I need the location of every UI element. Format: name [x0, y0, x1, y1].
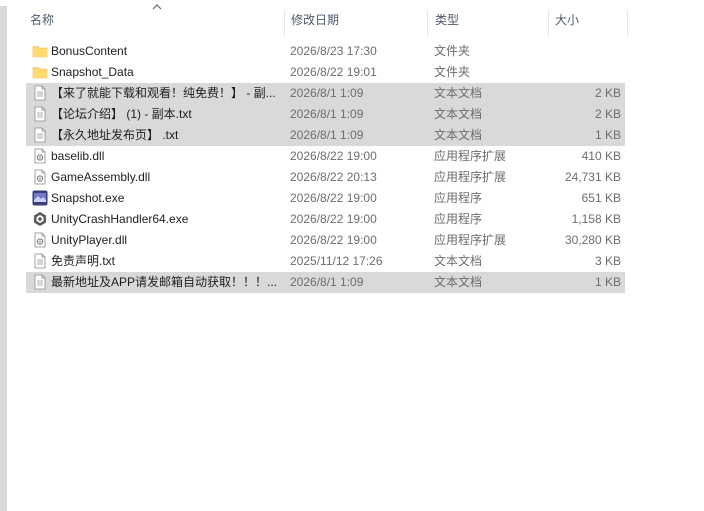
file-size: 651 KB	[581, 191, 621, 205]
column-header: 名称 修改日期 类型 大小	[8, 0, 704, 40]
dll-file-icon	[32, 148, 48, 164]
text-file-icon	[32, 274, 48, 290]
file-row[interactable]: UnityPlayer.dll 2026/8/22 19:00 应用程序扩展 30,2…	[26, 230, 625, 251]
file-type: 应用程序扩展	[434, 149, 507, 163]
file-type: 文件夹	[434, 65, 471, 79]
file-date: 2026/8/22 19:00	[290, 233, 377, 247]
text-file-icon	[32, 85, 48, 101]
file-row[interactable]: 免责声明.txt 2025/11/12 17:26 文本文档 3 KB	[26, 251, 625, 272]
file-type: 应用程序扩展	[434, 233, 507, 247]
file-name: 【永久地址发布页】 .txt	[51, 128, 179, 142]
file-type: 文本文档	[434, 254, 483, 268]
file-row[interactable]: 【永久地址发布页】 .txt 2026/8/1 1:09 文本文档 1 KB	[26, 125, 625, 146]
file-type: 文本文档	[434, 128, 483, 142]
text-file-icon	[32, 106, 48, 122]
file-name: 【来了就能下载和观看！纯免费！】 - 副...	[51, 86, 276, 100]
file-date: 2026/8/22 19:01	[290, 65, 377, 79]
file-row[interactable]: Snapshot.exe 2026/8/22 19:00 应用程序 651 KB	[26, 188, 625, 209]
file-size: 30,280 KB	[564, 233, 621, 247]
file-size: 410 KB	[581, 149, 621, 163]
file-date: 2026/8/1 1:09	[290, 86, 364, 100]
unity-app-icon	[32, 211, 48, 227]
file-date: 2026/8/22 20:13	[290, 170, 377, 184]
column-divider[interactable]	[427, 10, 428, 36]
file-size: 2 KB	[594, 86, 621, 100]
folder-icon	[32, 43, 48, 59]
file-date: 2026/8/1 1:09	[290, 107, 364, 121]
header-type[interactable]: 类型	[435, 0, 547, 40]
file-type: 文本文档	[434, 86, 483, 100]
file-type: 文件夹	[434, 44, 471, 58]
scrollbar-track[interactable]	[0, 6, 7, 511]
file-size: 1 KB	[594, 128, 621, 142]
folder-icon	[32, 64, 48, 80]
file-row[interactable]: 【来了就能下载和观看！纯免费！】 - 副... 2026/8/1 1:09 文本文档…	[26, 83, 625, 104]
header-size[interactable]: 大小	[555, 0, 627, 40]
file-row[interactable]: UnityCrashHandler64.exe 2026/8/22 19:00 应用…	[26, 209, 625, 230]
snapshot-app-icon	[32, 190, 48, 206]
file-type: 应用程序	[434, 191, 483, 205]
file-date: 2026/8/22 19:00	[290, 212, 377, 226]
file-type: 应用程序	[434, 212, 483, 226]
column-divider[interactable]	[284, 10, 285, 36]
file-date: 2026/8/23 17:30	[290, 44, 377, 58]
file-name: 免责声明.txt	[51, 254, 116, 268]
dll-file-icon	[32, 232, 48, 248]
file-name: 最新地址及APP请发邮箱自动获取！！！...	[51, 275, 278, 289]
file-size: 1,158 KB	[571, 212, 621, 226]
column-divider[interactable]	[548, 10, 549, 36]
left-scrollbar[interactable]	[0, 0, 8, 511]
header-date[interactable]: 修改日期	[291, 0, 427, 40]
file-name: Snapshot.exe	[51, 191, 125, 205]
file-row[interactable]: baselib.dll 2026/8/22 19:00 应用程序扩展 410 KB	[26, 146, 625, 167]
dll-file-icon	[32, 169, 48, 185]
file-name: GameAssembly.dll	[51, 170, 151, 184]
file-size: 3 KB	[594, 254, 621, 268]
column-divider[interactable]	[627, 10, 628, 36]
file-row[interactable]: 【论坛介绍】 (1) - 副本.txt 2026/8/1 1:09 文本文档 2 KB	[26, 104, 625, 125]
header-name[interactable]: 名称	[30, 0, 284, 40]
file-row[interactable]: 最新地址及APP请发邮箱自动获取！！！... 2026/8/1 1:09 文本文档 1…	[26, 272, 625, 293]
file-date: 2026/8/22 19:00	[290, 149, 377, 163]
file-type: 文本文档	[434, 275, 483, 289]
file-name: 【论坛介绍】 (1) - 副本.txt	[51, 107, 192, 121]
file-type: 文本文档	[434, 107, 483, 121]
file-name: Snapshot_Data	[51, 65, 134, 79]
file-date: 2025/11/12 17:26	[290, 254, 383, 268]
file-name: BonusContent	[51, 44, 128, 58]
text-file-icon	[32, 127, 48, 143]
file-name: UnityPlayer.dll	[51, 233, 128, 247]
file-date: 2026/8/1 1:09	[290, 275, 364, 289]
file-row[interactable]: GameAssembly.dll 2026/8/22 20:13 应用程序扩展 24,…	[26, 167, 625, 188]
file-size: 1 KB	[594, 275, 621, 289]
file-date: 2026/8/22 19:00	[290, 191, 377, 205]
file-date: 2026/8/1 1:09	[290, 128, 364, 142]
text-file-icon	[32, 253, 48, 269]
file-size: 24,731 KB	[564, 170, 621, 184]
file-type: 应用程序扩展	[434, 170, 507, 184]
file-name: baselib.dll	[51, 149, 105, 163]
file-row[interactable]: Snapshot_Data 2026/8/22 19:01 文件夹	[26, 62, 625, 83]
file-row[interactable]: BonusContent 2026/8/23 17:30 文件夹	[26, 41, 625, 62]
file-name: UnityCrashHandler64.exe	[51, 212, 189, 226]
file-size: 2 KB	[594, 107, 621, 121]
